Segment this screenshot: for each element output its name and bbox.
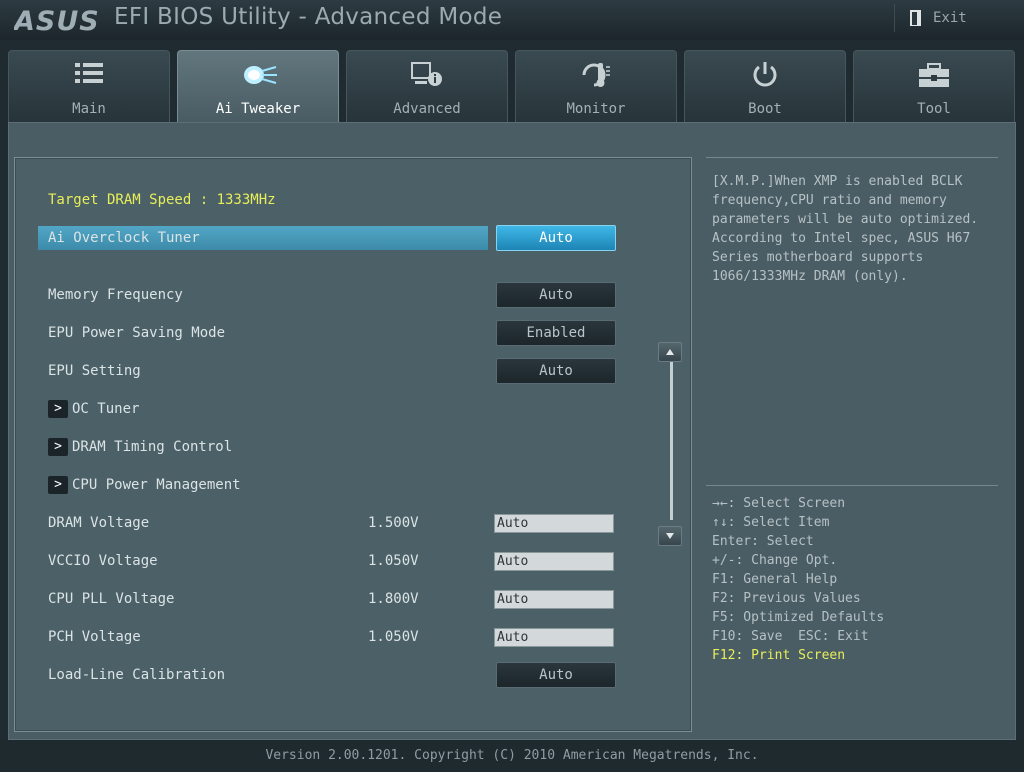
key-change-opt: +/-: Change Opt. [712, 553, 838, 568]
list-icon [75, 63, 103, 83]
triangle-down-icon [666, 533, 674, 539]
power-icon [753, 62, 777, 87]
key-f10: F10: Save ESC: Exit [712, 629, 869, 644]
keys-divider [706, 485, 998, 486]
exit-door-icon [910, 10, 921, 26]
tab-boot[interactable]: Boot [684, 50, 846, 122]
scroll-down-button[interactable] [658, 526, 682, 546]
tab-ai-tweaker[interactable]: Ai Tweaker [177, 50, 339, 122]
pch-voltage-reading: 1.050V [368, 629, 419, 645]
tab-monitor[interactable]: Monitor [515, 50, 677, 122]
tab-advanced[interactable]: Advanced [346, 50, 508, 122]
toolbox-icon [919, 63, 949, 87]
key-f12: F12: Print Screen [712, 648, 846, 663]
tab-bar: Main Ai Tweaker Advanced Monitor Boot To… [8, 50, 1016, 122]
ai-overclock-tuner-value[interactable]: Auto [496, 225, 616, 251]
load-line-calibration-label: Load-Line Calibration [48, 667, 226, 683]
app-title: EFI BIOS Utility - Advanced Mode [114, 4, 503, 30]
triangle-up-icon [666, 349, 674, 355]
tweaker-icon [244, 66, 277, 84]
help-description: [X.M.P.]When XMP is enabled BCLK frequen… [712, 174, 979, 284]
key-legend: →←: Select Screen ↑↓: Select Item Enter:… [712, 494, 996, 665]
memory-frequency-label: Memory Frequency [48, 287, 183, 303]
key-f2: F2: Previous Values [712, 591, 861, 606]
cpu-pll-voltage-label: CPU PLL Voltage [48, 591, 175, 607]
epu-setting-value[interactable]: Auto [496, 358, 616, 384]
help-top-divider [706, 157, 998, 158]
memory-frequency-value[interactable]: Auto [496, 282, 616, 308]
load-line-calibration-value[interactable]: Auto [496, 662, 616, 688]
cpu-power-arrow-icon[interactable]: > [48, 476, 68, 494]
ai-overclock-tuner-label: Ai Overclock Tuner [48, 230, 200, 246]
thermometer-icon [582, 63, 610, 87]
target-dram-speed: Target DRAM Speed : 1333MHz [48, 192, 276, 208]
key-f1: F1: General Help [712, 572, 838, 587]
vccio-voltage-label: VCCIO Voltage [48, 553, 158, 569]
pch-voltage-label: PCH Voltage [48, 629, 141, 645]
pch-voltage-input[interactable]: Auto [494, 628, 614, 647]
vccio-voltage-reading: 1.050V [368, 553, 419, 569]
key-f5: F5: Optimized Defaults [712, 610, 885, 625]
version-footer: Version 2.00.1201. Copyright (C) 2010 Am… [0, 740, 1024, 768]
cpu-pll-voltage-reading: 1.800V [368, 591, 419, 607]
epu-power-saving-value[interactable]: Enabled [496, 320, 616, 346]
exit-label: Exit [933, 10, 967, 26]
tab-main[interactable]: Main [8, 50, 170, 122]
tab-tool-label: Tool [917, 101, 951, 117]
cpu-power-submenu[interactable]: CPU Power Management [72, 477, 241, 493]
svg-text:ASUS: ASUS [14, 6, 100, 34]
scrollbar-track[interactable] [670, 362, 673, 520]
tab-advanced-label: Advanced [393, 101, 461, 117]
vccio-voltage-input[interactable]: Auto [494, 552, 614, 571]
dram-timing-submenu[interactable]: DRAM Timing Control [72, 439, 232, 455]
cpu-pll-voltage-input[interactable]: Auto [494, 590, 614, 609]
exit-button[interactable]: Exit [894, 4, 1013, 32]
oc-tuner-arrow-icon[interactable]: > [48, 400, 68, 418]
epu-setting-label: EPU Setting [48, 363, 141, 379]
tab-tool[interactable]: Tool [853, 50, 1015, 122]
key-enter: Enter: Select [712, 534, 814, 549]
dram-voltage-reading: 1.500V [368, 515, 419, 531]
advanced-icon [411, 62, 442, 86]
key-select-item: ↑↓: Select Item [712, 515, 830, 530]
dram-voltage-input[interactable]: Auto [494, 514, 614, 533]
epu-power-saving-label: EPU Power Saving Mode [48, 325, 226, 341]
dram-voltage-label: DRAM Voltage [48, 515, 150, 531]
dram-timing-arrow-icon[interactable]: > [48, 438, 68, 456]
key-select-screen: →←: Select Screen [712, 496, 846, 511]
tab-main-label: Main [72, 101, 106, 117]
scroll-up-button[interactable] [658, 342, 682, 362]
oc-tuner-submenu[interactable]: OC Tuner [72, 401, 139, 417]
asus-logo: ASUS [14, 6, 100, 34]
title-bar: ASUS EFI BIOS Utility - Advanced Mode Ex… [0, 0, 1024, 40]
tab-ai-tweaker-label: Ai Tweaker [215, 101, 301, 117]
tab-monitor-label: Monitor [566, 101, 626, 117]
tab-boot-label: Boot [748, 101, 782, 117]
